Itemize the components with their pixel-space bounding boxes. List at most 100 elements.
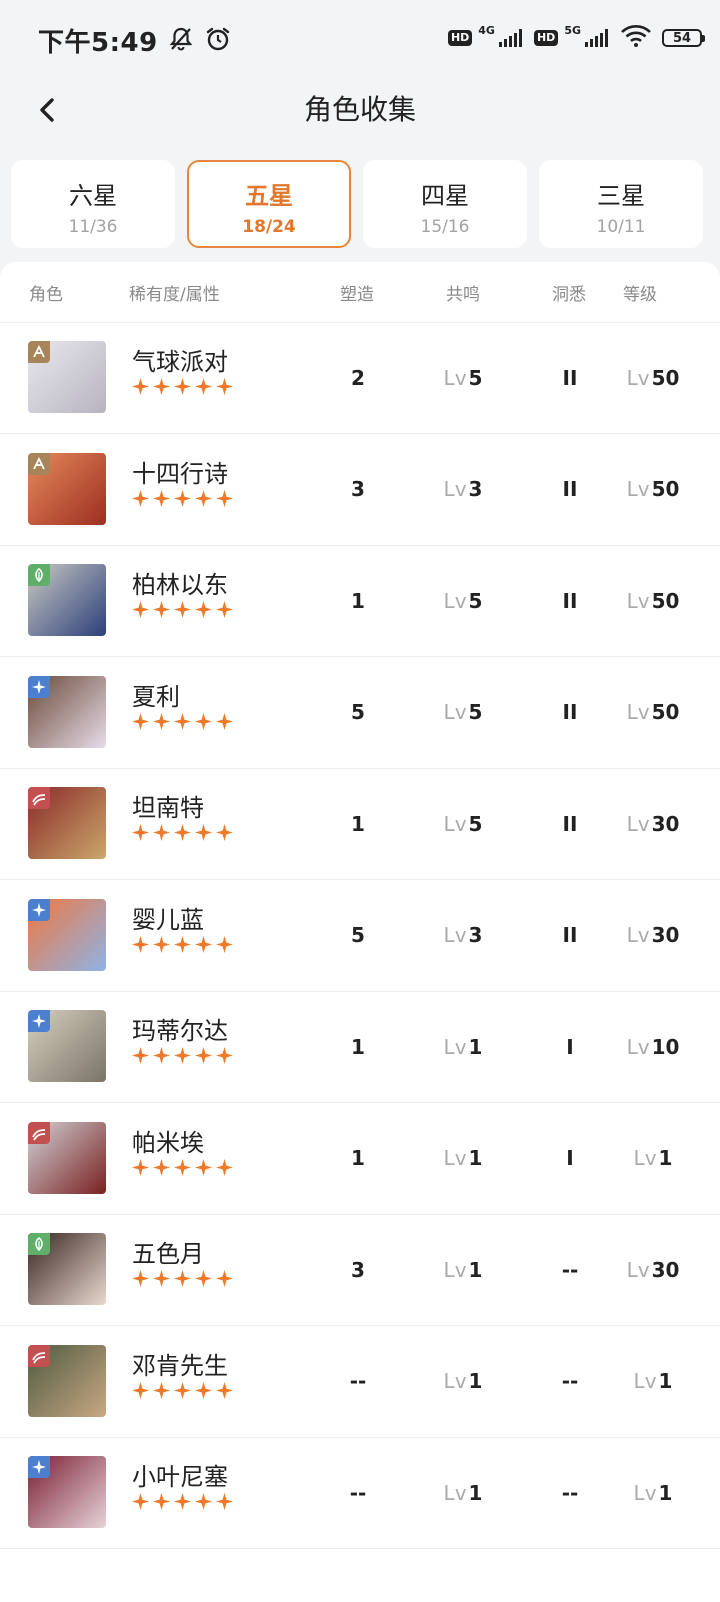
level-number: 1: [658, 1146, 673, 1170]
forge-value: 3: [351, 477, 365, 501]
lv-prefix: Lv: [633, 1480, 657, 1505]
star-icon: [131, 1046, 150, 1069]
table-row[interactable]: 帕米埃 1 Lv 1 I Lv 1: [0, 1103, 720, 1215]
forge-value: 1: [351, 588, 365, 613]
level-value: Lv 30: [608, 1214, 698, 1325]
table-row[interactable]: 五色月 3 Lv 1 -- Lv 30: [0, 1214, 720, 1326]
star-icon: [173, 600, 192, 623]
lv-prefix: Lv: [443, 1369, 467, 1393]
level-number: 10: [651, 1034, 680, 1059]
level-number: 50: [651, 477, 680, 501]
avatar: [28, 1233, 106, 1305]
star-icon: [173, 935, 192, 958]
star-icon: [194, 489, 213, 512]
level-number: 30: [651, 923, 680, 947]
star-icon: [215, 377, 234, 400]
star-icon: [215, 489, 234, 512]
table-row[interactable]: 夏利 5 Lv 5 II Lv 50: [0, 657, 720, 769]
resonance-value: Lv 1: [418, 1437, 508, 1548]
resonance-number: 5: [468, 588, 483, 613]
avatar: [28, 898, 106, 971]
star-icon: [152, 935, 171, 958]
star-icon: [194, 1158, 213, 1181]
tab-count: 10/11: [596, 217, 646, 237]
star-icon: [28, 675, 50, 698]
star-icon: [131, 1158, 150, 1181]
table-row[interactable]: 玛蒂尔达 1 Lv 1 I Lv 10: [0, 991, 720, 1103]
tab-count: 18/24: [242, 217, 296, 237]
star-icon: [194, 1046, 213, 1069]
table-row[interactable]: 坦南特 1 Lv 5 II Lv 30: [0, 768, 720, 880]
character-name: 气球派对: [132, 348, 228, 376]
lv-prefix: Lv: [626, 923, 650, 947]
status-time: 下午5:49: [38, 28, 158, 58]
character-name: 帕米埃: [132, 1128, 204, 1157]
star-icon: [152, 1158, 171, 1181]
star-icon: [131, 1269, 150, 1292]
star-icon: [131, 489, 150, 512]
tab-five-star[interactable]: 五星 18/24: [187, 160, 351, 248]
resonance-number: 1: [468, 1480, 483, 1505]
table-row[interactable]: 柏林以东 1 Lv 5 II Lv 50: [0, 545, 720, 657]
star-icon: [194, 600, 213, 623]
star-icon: [28, 1456, 50, 1478]
rarity-stars: [131, 823, 234, 846]
resonance-number: 5: [468, 700, 483, 724]
table-row[interactable]: 邓肯先生 -- Lv 1 -- Lv 1: [0, 1326, 720, 1438]
star-icon: [194, 377, 213, 400]
lv-prefix: Lv: [626, 1257, 650, 1282]
hd-badge-2: HD: [533, 30, 559, 46]
star-icon: [131, 935, 150, 958]
resonance-value: Lv 5: [418, 322, 508, 433]
insight-value: II: [562, 477, 578, 501]
lv-prefix: Lv: [443, 1257, 467, 1282]
level-value: Lv 50: [608, 545, 698, 656]
level-value: Lv 1: [608, 1103, 698, 1214]
lv-prefix: Lv: [443, 811, 467, 836]
wave-icon: [28, 787, 50, 809]
beast-icon: [28, 452, 50, 475]
forge-value: 1: [351, 811, 365, 836]
star-icon: [131, 600, 150, 623]
resonance-number: 3: [468, 923, 483, 947]
tab-three-star[interactable]: 三星 10/11: [539, 160, 703, 248]
character-name: 柏林以东: [132, 571, 228, 599]
level-value: Lv 30: [608, 768, 698, 879]
star-icon: [28, 898, 50, 921]
level-number: 30: [651, 811, 680, 836]
level-number: 1: [658, 1480, 673, 1505]
tab-four-star[interactable]: 四星 15/16: [363, 160, 527, 248]
header-level: 等级: [623, 285, 657, 305]
lv-prefix: Lv: [443, 1034, 467, 1059]
star-icon: [152, 600, 171, 623]
star-icon: [131, 377, 150, 400]
lv-prefix: Lv: [443, 588, 467, 613]
avatar: [28, 564, 106, 636]
tab-six-star[interactable]: 六星 11/36: [11, 160, 175, 248]
resonance-number: 5: [468, 365, 483, 390]
lv-prefix: Lv: [633, 1146, 657, 1170]
tab-label: 六星: [69, 182, 117, 210]
star-icon: [194, 1269, 213, 1292]
star-icon: [194, 823, 213, 846]
star-icon: [152, 489, 171, 512]
table-row[interactable]: 小叶尼塞 -- Lv 1 -- Lv 1: [0, 1437, 720, 1549]
avatar: [28, 452, 106, 525]
table-row[interactable]: 十四行诗 3 Lv 3 II Lv 50: [0, 434, 720, 546]
level-number: 50: [651, 365, 680, 390]
forge-value: --: [349, 1480, 367, 1505]
star-icon: [194, 1381, 213, 1404]
forge-value: 5: [351, 923, 365, 947]
avatar: [28, 1344, 106, 1417]
character-name: 五色月: [132, 1240, 204, 1268]
character-name: 玛蒂尔达: [132, 1017, 228, 1045]
star-icon: [215, 1269, 234, 1292]
table-row[interactable]: 气球派对 2 Lv 5 II Lv 50: [0, 322, 720, 434]
header-forge: 塑造: [340, 285, 374, 305]
table-header: 角色 稀有度/属性 塑造 共鸣 洞悉 等级: [0, 262, 720, 323]
lv-prefix: Lv: [633, 1369, 657, 1393]
character-table: 角色 稀有度/属性 塑造 共鸣 洞悉 等级 气球派对 2 Lv 5 II Lv 50 十四行诗…: [0, 262, 720, 1602]
table-row[interactable]: 婴儿蓝 5 Lv 3 II Lv 30: [0, 880, 720, 992]
character-name: 婴儿蓝: [132, 905, 204, 934]
star-icon: [173, 1381, 192, 1404]
